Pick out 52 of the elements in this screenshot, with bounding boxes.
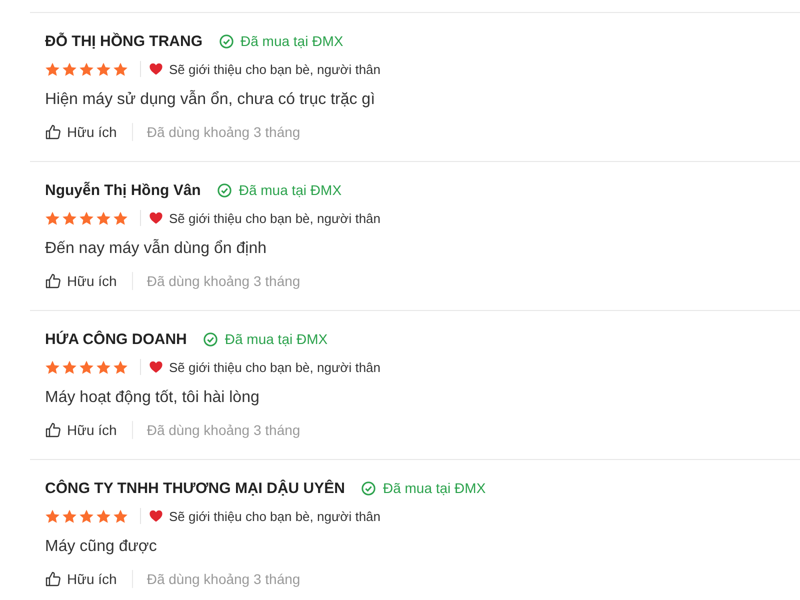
recommend-label: Sẽ giới thiệu cho bạn bè, người thân — [169, 210, 381, 226]
star-icon — [62, 360, 77, 374]
check-circle-icon — [216, 182, 232, 198]
verified-purchase-label: Đã mua tại ĐMX — [240, 33, 344, 49]
recommend-label: Sẽ giới thiệu cho bạn bè, người thân — [169, 508, 381, 524]
check-circle-icon — [360, 480, 376, 496]
thumbs-up-icon — [45, 124, 61, 140]
thumbs-up-icon — [45, 571, 61, 587]
verified-purchase-label: Đã mua tại ĐMX — [382, 480, 486, 496]
recommend-label: Sẽ giới thiệu cho bạn bè, người thân — [169, 360, 381, 374]
helpful-button[interactable]: Hữu ích — [45, 124, 117, 140]
star-icon — [45, 508, 60, 524]
star-icon — [62, 210, 77, 226]
star-icon — [62, 508, 77, 524]
star-icon — [79, 508, 94, 524]
helpful-button[interactable]: Hữu ích — [45, 273, 117, 289]
usage-duration: Đã dùng khoảng 3 tháng — [146, 124, 300, 140]
reviewer-name: ĐỖ THỊ HỒNG TRANG — [45, 32, 202, 50]
helpful-button[interactable]: Hữu ích — [45, 571, 117, 587]
helpful-button[interactable]: Hữu ích — [45, 422, 117, 438]
usage-duration: Đã dùng khoảng 3 tháng — [146, 273, 300, 289]
star-icon — [62, 62, 77, 76]
star-icon — [113, 508, 128, 524]
star-icon — [45, 210, 60, 226]
check-circle-icon — [202, 332, 218, 346]
review-comment: Hiện máy sử dụng vẫn ổn, chưa có trục trặc gì — [45, 91, 376, 109]
check-circle-icon — [218, 34, 234, 48]
verified-purchase-label: Đã mua tại ĐMX — [224, 331, 328, 347]
thumbs-up-icon — [45, 273, 61, 289]
star-icon — [113, 210, 128, 226]
review-comment: Máy cũng được — [45, 538, 158, 556]
review-comment: Máy hoạt động tốt, tôi hài lòng — [45, 389, 260, 407]
reviewer-name: CÔNG TY TNHH THƯƠNG MẠI DẬU UYÊN — [45, 480, 345, 496]
star-icon — [96, 360, 111, 374]
usage-duration: Đã dùng khoảng 3 tháng — [146, 571, 300, 587]
usage-duration: Đã dùng khoảng 3 tháng — [146, 422, 300, 438]
star-icon — [96, 508, 111, 524]
verified-purchase-label: Đã mua tại ĐMX — [238, 182, 342, 198]
star-icon — [96, 62, 111, 76]
star-icon — [79, 360, 94, 374]
star-icon — [79, 62, 94, 76]
star-icon — [79, 210, 94, 226]
star-icon — [113, 360, 128, 374]
thumbs-up-icon — [45, 422, 61, 438]
star-icon — [45, 62, 60, 76]
star-icon — [96, 210, 111, 226]
star-icon — [113, 62, 128, 76]
reviewer-name: Nguyễn Thị Hồng Vân — [45, 182, 201, 198]
recommend-label: Sẽ giới thiệu cho bạn bè, người thân — [169, 62, 381, 76]
star-icon — [45, 360, 60, 374]
reviewer-name: HỨA CÔNG DOANH — [45, 330, 187, 348]
review-comment: Đến nay máy vẫn dùng ổn định — [45, 240, 268, 258]
